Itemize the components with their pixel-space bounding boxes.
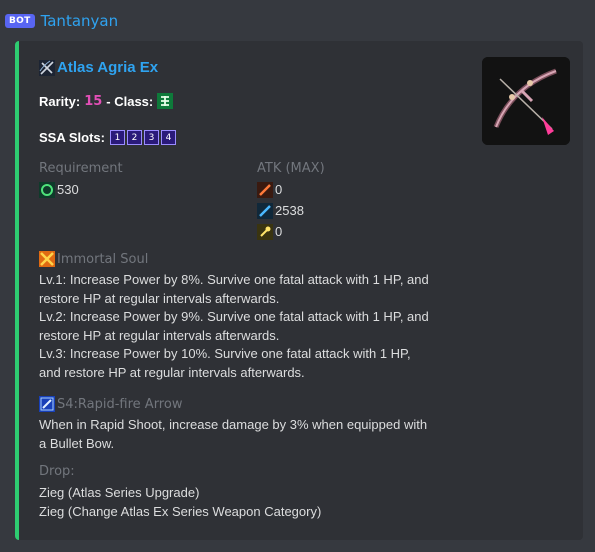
ranged-atk-icon [257,203,273,220]
s4-ability-icon [39,396,55,412]
drop-list: Zieg (Atlas Series Upgrade) Zieg (Change… [39,484,321,521]
ability-icon [39,251,55,267]
message-header: BOT Tantanyan [5,10,118,32]
ability-line: Lv.1: Increase Power by 8%. Survive one … [39,272,429,287]
ability-name: Immortal Soul [57,251,149,267]
ssa-slot-2-icon: 2 [126,130,142,145]
ranged-atk-value: 2538 [275,203,304,218]
rarity-class-row: Rarity: 15 - Class: [39,93,174,109]
ssa-slots-label: SSA Slots: [39,130,105,145]
ability-description: Lv.1: Increase Power by 8%. Survive one … [39,271,429,382]
item-thumbnail[interactable] [482,57,570,145]
tech-atk-value: 0 [275,224,283,239]
bot-username[interactable]: Tantanyan [41,12,119,30]
bow-icon [39,59,55,76]
ability-line: Lv.2: Increase Power by 9%. Survive one … [39,309,429,324]
atk-ranged-row: 2538 [257,202,304,221]
drop-label: Drop: [39,464,75,479]
atk-melee-row: 0 [257,181,282,200]
ability-line: restore HP at regular intervals afterwar… [39,327,280,343]
s4-ability-name: S4:Rapid-fire Arrow [57,396,183,412]
s4-header: S4:Rapid-fire Arrow [39,396,182,412]
requirement-value: 530 [57,182,79,197]
embed-title: Atlas Agria Ex [39,59,158,76]
rarity-label: Rarity: [39,93,81,109]
requirement-value-row: 530 [39,181,79,200]
requirement-label: Requirement [39,161,123,176]
s4-line: a Bullet Bow. [39,435,115,451]
ssa-slot-1-icon: 1 [109,130,125,145]
tech-atk-icon [257,224,273,241]
class-label: - Class: [106,93,154,109]
class-icon [157,93,174,109]
ability-line: Lv.3: Increase Power by 10%. Survive one… [39,346,411,361]
s4-line: When in Rapid Shoot, increase damage by … [39,417,428,432]
ssa-slots-row: SSA Slots: 1 2 3 4 [39,130,178,145]
ability-header: Immortal Soul [39,251,148,267]
ssa-slot-4-icon: 4 [160,130,176,145]
ability-line: restore HP at regular intervals afterwar… [39,290,280,306]
atk-label: ATK (MAX) [257,161,325,176]
bot-tag: BOT [5,14,35,28]
requirement-icon [39,182,55,199]
drop-item: Zieg (Change Atlas Ex Series Weapon Cate… [39,503,322,519]
melee-atk-value: 0 [275,182,283,197]
drop-item: Zieg (Atlas Series Upgrade) [39,485,200,500]
rarity-star-icon: 15 [84,93,103,109]
s4-description: When in Rapid Shoot, increase damage by … [39,416,427,453]
atk-tech-row: 0 [257,223,282,242]
ssa-slot-3-icon: 3 [143,130,159,145]
ability-line: and restore HP at regular intervals afte… [39,364,305,380]
bow-image-icon [482,57,570,145]
item-name-link[interactable]: Atlas Agria Ex [57,59,158,76]
item-embed: Atlas Agria Ex Rarity: 15 - Class: SSA S… [15,41,583,540]
melee-atk-icon [257,182,273,199]
